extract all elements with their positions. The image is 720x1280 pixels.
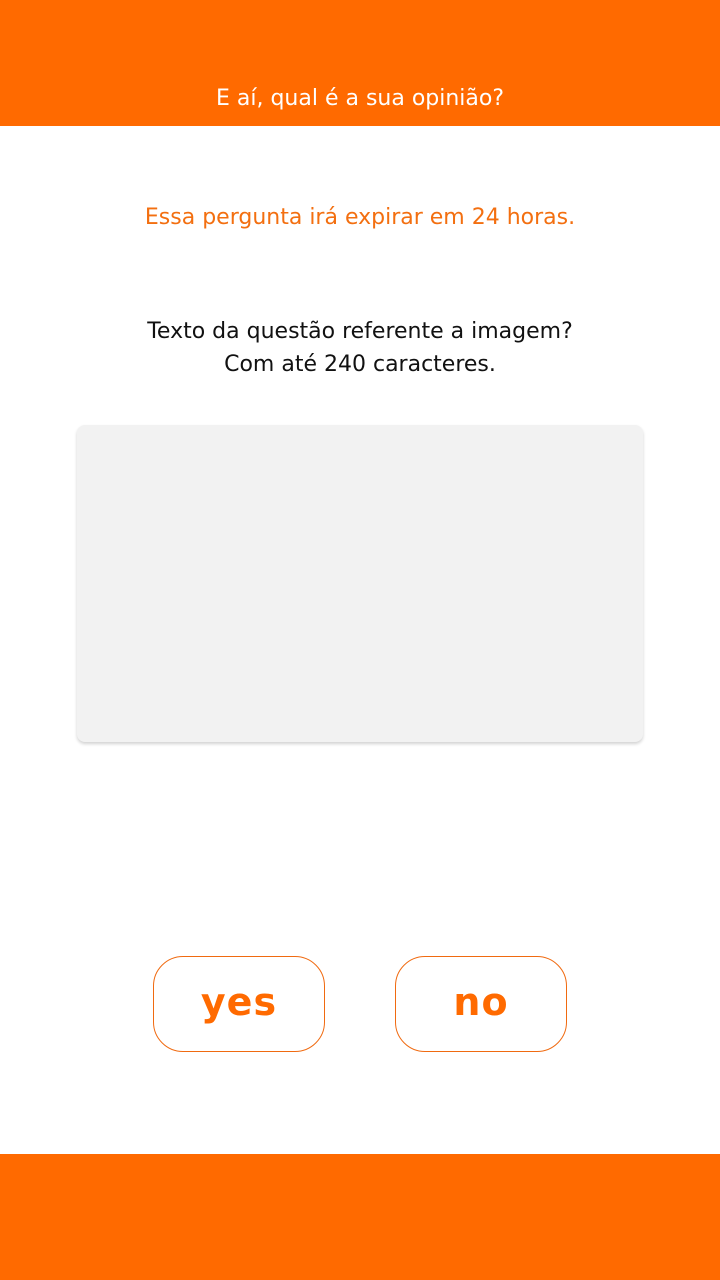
bottom-bar — [0, 1154, 720, 1280]
question-text: Texto da questão referente a imagem? Com… — [60, 315, 660, 381]
page-title: E aí, qual é a sua opinião? — [215, 86, 505, 111]
top-bar: E aí, qual é a sua opinião? — [0, 0, 720, 126]
question-line-1: Texto da questão referente a imagem? — [147, 319, 573, 344]
question-image-placeholder — [77, 425, 643, 742]
expiry-notice: Essa pergunta irá expirar em 24 horas. — [144, 205, 576, 230]
yes-button[interactable]: yes — [153, 956, 325, 1052]
no-button[interactable]: no — [395, 956, 567, 1052]
question-line-2: Com até 240 caracteres. — [224, 352, 496, 377]
